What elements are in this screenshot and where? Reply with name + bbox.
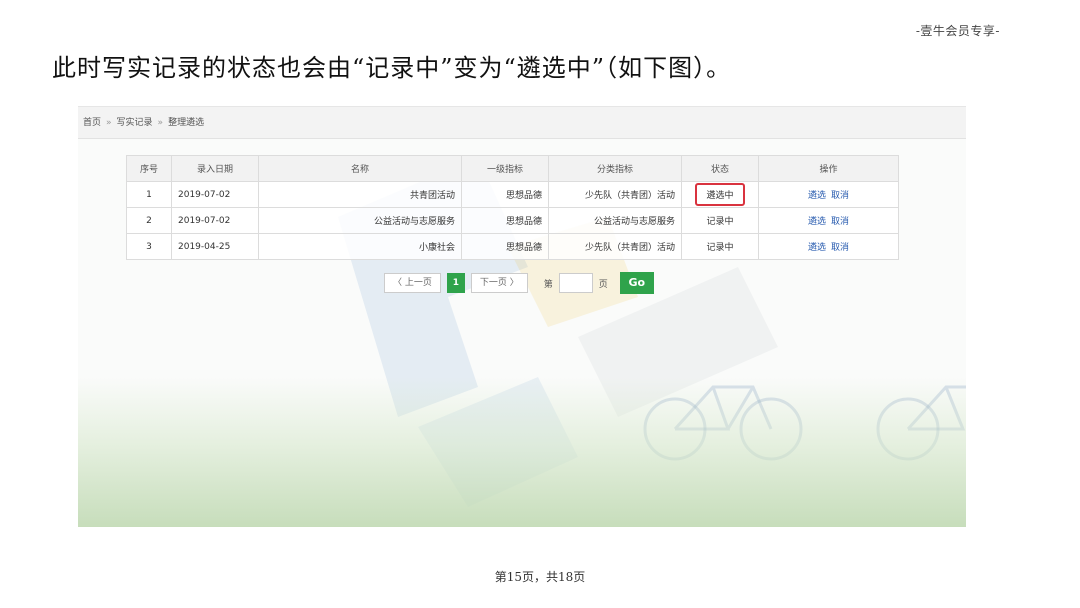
cell-level1: 思想品德 [461, 207, 549, 234]
breadcrumb-separator: » [157, 118, 164, 128]
next-page-button[interactable]: 下一页 〉 [470, 273, 528, 293]
cell-name: 公益活动与志愿服务 [258, 207, 462, 234]
col-header-date: 录入日期 [171, 155, 259, 182]
intro-paragraph: 此时写实记录的状态也会由“记录中”变为“遴选中”（如下图）。 [52, 54, 732, 82]
records-table: 序号 录入日期 名称 一级指标 分类指标 状态 操作 1 2019-07-02 … [126, 155, 899, 260]
pagination: 〈 上一页 1 下一页 〉 第 页 Go [384, 272, 654, 294]
cell-date: 2019-04-25 [171, 233, 259, 260]
select-link[interactable]: 遴选 [808, 217, 826, 227]
cell-status: 遴选中 [681, 181, 759, 208]
table-row: 2 2019-07-02 公益活动与志愿服务 思想品德 公益活动与志愿服务 记录… [126, 207, 899, 234]
table-row: 3 2019-04-25 小康社会 思想品德 少先队（共青团）活动 记录中 遴选… [126, 233, 899, 260]
select-link[interactable]: 遴选 [808, 191, 826, 201]
breadcrumb-current: 整理遴选 [168, 118, 205, 128]
cell-name: 小康社会 [258, 233, 462, 260]
cell-level1: 思想品德 [461, 181, 549, 208]
col-header-name: 名称 [258, 155, 462, 182]
page-header-tag: -壹牛会员专享- [915, 24, 1000, 38]
cell-category: 少先队（共青团）活动 [548, 233, 682, 260]
cell-level1: 思想品德 [461, 233, 549, 260]
col-header-no: 序号 [126, 155, 172, 182]
go-button[interactable]: Go [619, 272, 654, 294]
cancel-link[interactable]: 取消 [831, 191, 849, 201]
page-number-input[interactable] [558, 273, 593, 293]
breadcrumb-separator: » [106, 118, 112, 128]
cancel-link[interactable]: 取消 [831, 217, 849, 227]
current-page-button[interactable]: 1 [446, 273, 465, 293]
cell-actions: 遴选 取消 [758, 181, 899, 208]
col-header-status: 状态 [681, 155, 759, 182]
status-badge-highlighted: 遴选中 [695, 183, 745, 206]
prev-page-button[interactable]: 〈 上一页 [384, 273, 441, 293]
col-header-actions: 操作 [758, 155, 899, 182]
page-suffix-label: 页 [598, 279, 608, 290]
table-header-row: 序号 录入日期 名称 一级指标 分类指标 状态 操作 [126, 155, 899, 182]
select-link[interactable]: 遴选 [808, 243, 826, 253]
screenshot-panel: 首页 » 写实记录 » 整理遴选 序号 录入日期 名称 一级指标 分类指标 状态 操作 … [78, 106, 966, 527]
cell-no: 3 [126, 233, 172, 260]
col-header-category: 分类指标 [548, 155, 682, 182]
page-prefix-label: 第 [543, 279, 553, 290]
cancel-link[interactable]: 取消 [831, 243, 849, 253]
cell-status: 记录中 [681, 233, 759, 260]
cell-actions: 遴选 取消 [758, 233, 899, 260]
cell-category: 少先队（共青团）活动 [548, 181, 682, 208]
cell-status: 记录中 [681, 207, 759, 234]
cell-actions: 遴选 取消 [758, 207, 899, 234]
cell-name: 共青团活动 [258, 181, 462, 208]
cell-date: 2019-07-02 [171, 207, 259, 234]
breadcrumb-records[interactable]: 写实记录 [117, 118, 153, 128]
table-row: 1 2019-07-02 共青团活动 思想品德 少先队（共青团）活动 遴选中 遴… [126, 181, 899, 208]
col-header-level1: 一级指标 [461, 155, 549, 182]
cell-date: 2019-07-02 [171, 181, 259, 208]
page-footer: 第15页，共18页 [494, 570, 586, 584]
breadcrumb: 首页 » 写实记录 » 整理遴选 [78, 107, 966, 139]
cell-category: 公益活动与志愿服务 [548, 207, 682, 234]
grass-background [78, 377, 966, 527]
breadcrumb-home[interactable]: 首页 [83, 118, 101, 128]
cell-no: 1 [126, 181, 172, 208]
cell-no: 2 [126, 207, 172, 234]
